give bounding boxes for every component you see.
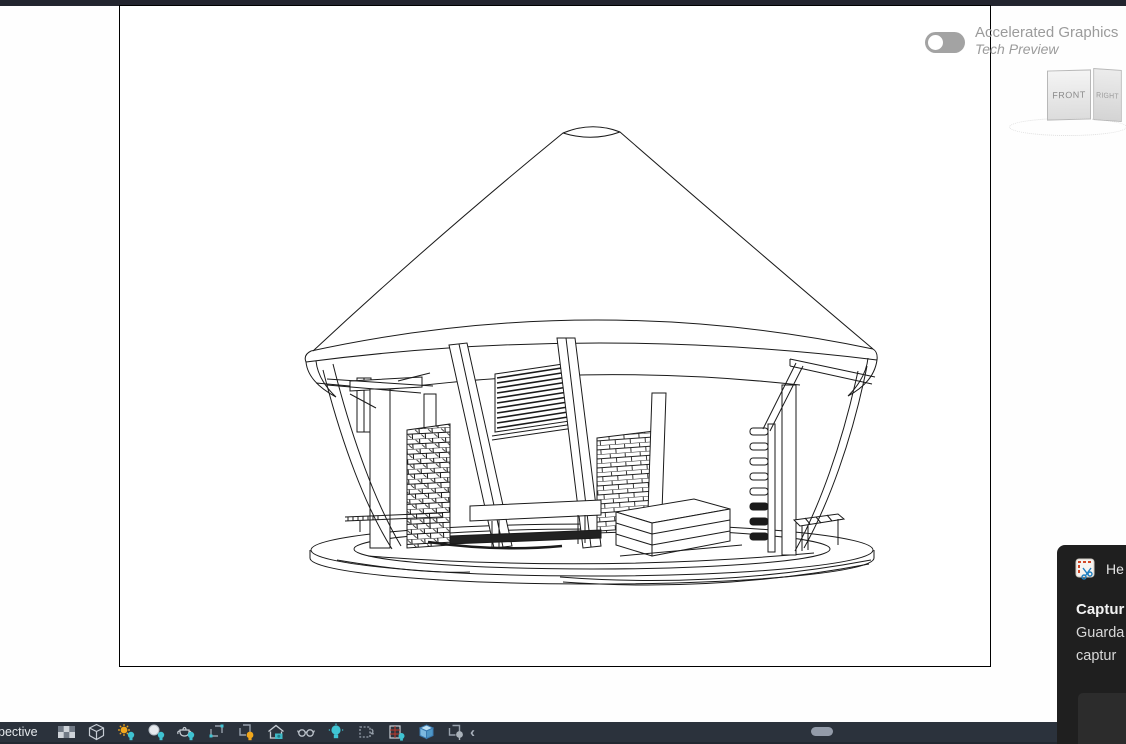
toggle-knob-icon [928, 35, 943, 50]
reveal-hidden-icon[interactable] [326, 723, 346, 741]
render-dialog-icon[interactable] [176, 723, 196, 741]
viewcube-front-face[interactable]: FRONT [1047, 69, 1091, 120]
view-scale-label[interactable]: pective [0, 725, 42, 739]
notification-screenshot-thumbnail[interactable] [1078, 693, 1126, 744]
notification-body-line2: captur [1076, 648, 1116, 664]
notification-body-line1: Guarda [1076, 625, 1124, 641]
shadows-icon[interactable] [146, 723, 166, 741]
sun-path-icon[interactable] [116, 723, 136, 741]
tech-preview-label: Tech Preview [975, 41, 1118, 57]
visual-style-icon[interactable] [56, 723, 76, 741]
notification-title: Captur [1076, 601, 1124, 618]
temporary-view-properties-icon[interactable] [356, 723, 376, 741]
crop-view-icon[interactable] [206, 723, 226, 741]
notification-header: He [1075, 557, 1124, 581]
reveal-constraints-icon[interactable] [446, 723, 466, 741]
analytical-model-icon[interactable] [386, 723, 406, 741]
view-control-icons [56, 723, 466, 741]
accelerated-graphics-label: Accelerated Graphics [975, 24, 1118, 41]
model-wireframe [119, 5, 991, 667]
viewcube: FRONT RIGHT [1037, 60, 1126, 138]
drawing-canvas[interactable] [119, 5, 991, 667]
default-3d-view-icon[interactable] [266, 723, 286, 741]
displacement-sets-icon[interactable] [416, 723, 436, 741]
application-window: Accelerated Graphics Tech Preview FRONT … [0, 0, 1126, 744]
crop-region-icon[interactable] [236, 723, 256, 741]
temporary-hide-isolate-icon[interactable] [296, 723, 316, 741]
accelerated-graphics-control: Accelerated Graphics Tech Preview [925, 24, 1118, 57]
detail-level-icon[interactable] [86, 723, 106, 741]
accelerated-graphics-toggle[interactable] [925, 32, 965, 53]
collapse-chevron-icon[interactable]: ‹ [470, 724, 475, 741]
accelerated-graphics-labels: Accelerated Graphics Tech Preview [975, 24, 1118, 57]
view-control-bar: pective [0, 722, 1126, 744]
notification-app-title: He [1106, 561, 1124, 577]
snipping-tool-icon [1075, 557, 1097, 581]
snipping-tool-notification[interactable]: He Captur Guarda captur [1057, 545, 1126, 744]
viewcube-right-face[interactable]: RIGHT [1093, 68, 1122, 122]
horizontal-scrollbar-thumb[interactable] [811, 727, 833, 736]
